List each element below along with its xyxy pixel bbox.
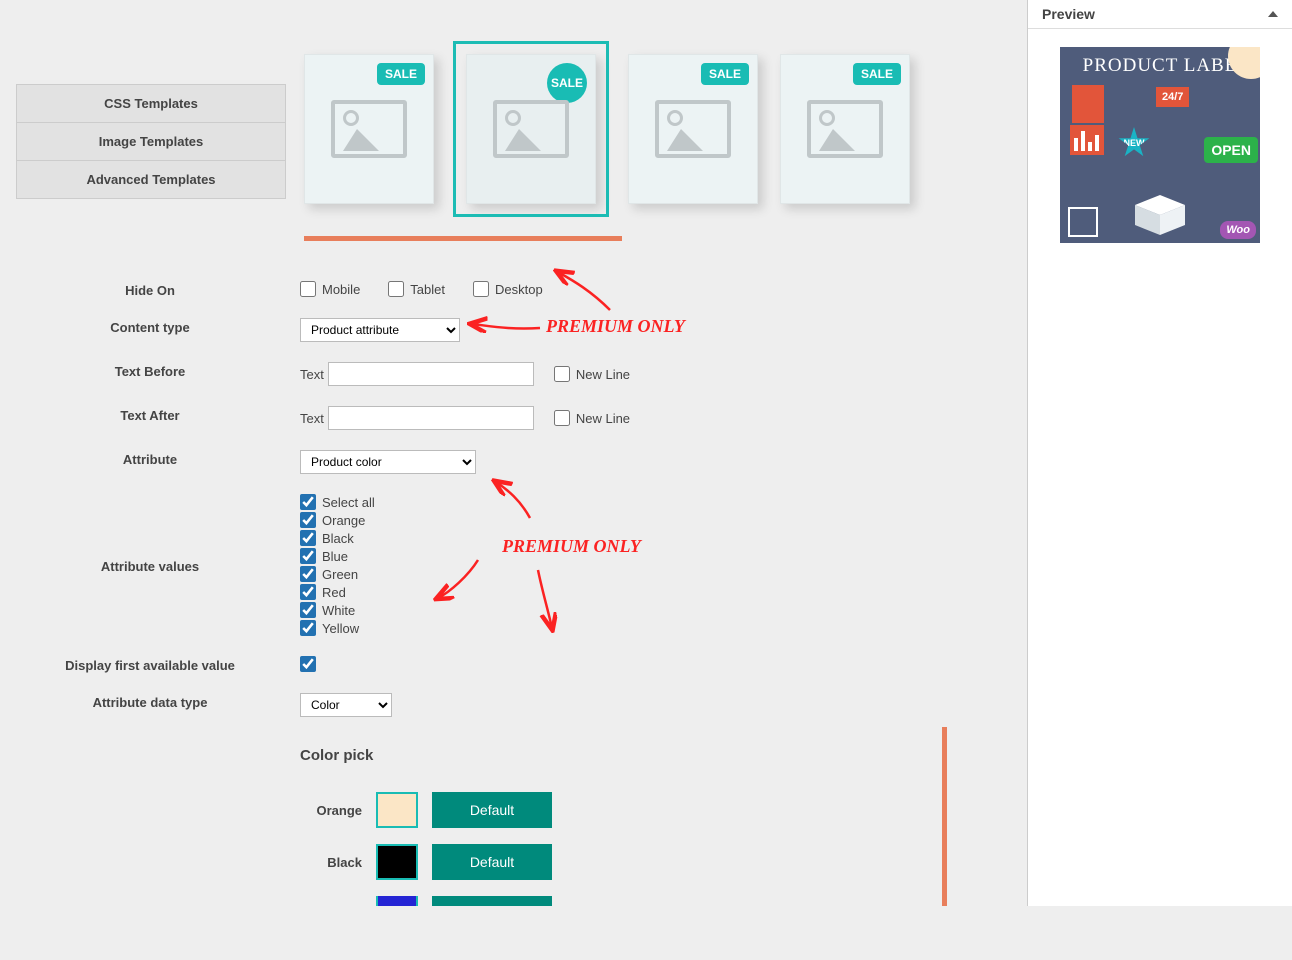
text-before-prefix: Text: [300, 367, 324, 382]
image-placeholder-icon: [493, 100, 569, 158]
color-swatch[interactable]: [376, 792, 418, 828]
attr-black-checkbox[interactable]: [300, 530, 316, 546]
default-button[interactable]: Default: [432, 792, 552, 828]
attr-value-label: Red: [322, 585, 346, 600]
attr-red-checkbox[interactable]: [300, 584, 316, 600]
label-attribute: Attribute: [0, 450, 300, 467]
preview-image: PRODUCT LABE 24/7 NEW OPEN Woo: [1060, 47, 1260, 243]
text-after-prefix: Text: [300, 411, 324, 426]
color-pick-title: Color pick: [300, 747, 902, 764]
tab-advanced-templates[interactable]: Advanced Templates: [16, 160, 286, 199]
tag-icon: [1072, 85, 1104, 123]
hide-on-tablet-checkbox[interactable]: [388, 281, 404, 297]
color-swatch[interactable]: [376, 844, 418, 880]
default-button[interactable]: Default: [432, 844, 552, 880]
badge-247: 24/7: [1156, 87, 1189, 107]
display-first-checkbox[interactable]: [300, 656, 316, 672]
template-card[interactable]: SALE: [628, 54, 758, 204]
attr-value-label: Green: [322, 567, 358, 582]
collapse-icon[interactable]: [1268, 11, 1278, 17]
preview-panel: Preview PRODUCT LABE 24/7 NEW OPEN Woo: [1027, 0, 1292, 906]
attr-green-checkbox[interactable]: [300, 566, 316, 582]
hide-on-mobile-checkbox[interactable]: [300, 281, 316, 297]
label-content-type: Content type: [0, 318, 300, 335]
attr-white-checkbox[interactable]: [300, 602, 316, 618]
rocket-icon: [1068, 207, 1098, 237]
woo-badge: Woo: [1220, 221, 1256, 239]
hide-on-mobile-label: Mobile: [322, 282, 360, 297]
template-cards: SALE SALE SALE SALE: [304, 0, 987, 204]
tab-image-templates[interactable]: Image Templates: [16, 122, 286, 161]
color-label-orange: Orange: [300, 803, 376, 818]
template-tabs: CSS Templates Image Templates Advanced T…: [16, 84, 286, 199]
attr-value-label: Orange: [322, 513, 365, 528]
preview-title: Preview: [1042, 6, 1095, 22]
attribute-select[interactable]: Product color: [300, 450, 476, 474]
accent-bar: [304, 236, 622, 241]
select-all-label: Select all: [322, 495, 375, 510]
color-pick-section: Color pick Orange Default Black Default: [300, 727, 947, 906]
label-hide-on: Hide On: [0, 281, 300, 298]
label-attr-data-type: Attribute data type: [0, 693, 300, 710]
content-type-select[interactable]: Product attribute: [300, 318, 460, 342]
text-before-input[interactable]: [328, 362, 534, 386]
attr-yellow-checkbox[interactable]: [300, 620, 316, 636]
attr-value-label: Black: [322, 531, 354, 546]
text-after-input[interactable]: [328, 406, 534, 430]
hide-on-desktop-checkbox[interactable]: [473, 281, 489, 297]
newline-label: New Line: [576, 367, 630, 382]
template-card-selected[interactable]: SALE: [466, 54, 596, 204]
color-label-black: Black: [300, 855, 376, 870]
label-text-before: Text Before: [0, 362, 300, 379]
open-badge: OPEN: [1204, 137, 1258, 163]
attr-data-type-select[interactable]: Color: [300, 693, 392, 717]
image-placeholder-icon: [331, 100, 407, 158]
label-attribute-values: Attribute values: [0, 557, 300, 574]
attr-value-label: Yellow: [322, 621, 359, 636]
sale-badge: SALE: [547, 63, 587, 103]
hide-on-desktop-label: Desktop: [495, 282, 543, 297]
image-placeholder-icon: [807, 100, 883, 158]
sale-badge: SALE: [377, 63, 425, 85]
new-star-icon: NEW: [1118, 127, 1150, 159]
color-swatch[interactable]: [376, 896, 418, 906]
sale-badge: SALE: [853, 63, 901, 85]
hide-on-tablet-label: Tablet: [410, 282, 445, 297]
text-after-newline-checkbox[interactable]: [554, 410, 570, 426]
default-button[interactable]: [432, 896, 552, 906]
select-all-checkbox[interactable]: [300, 494, 316, 510]
image-placeholder-icon: [655, 100, 731, 158]
attr-value-label: White: [322, 603, 355, 618]
tab-css-templates[interactable]: CSS Templates: [16, 84, 286, 123]
attr-orange-checkbox[interactable]: [300, 512, 316, 528]
chart-icon: [1070, 125, 1104, 155]
label-text-after: Text After: [0, 406, 300, 423]
template-card[interactable]: SALE: [304, 54, 434, 204]
template-card[interactable]: SALE: [780, 54, 910, 204]
label-display-first: Display first available value: [0, 656, 300, 673]
text-before-newline-checkbox[interactable]: [554, 366, 570, 382]
newline-label: New Line: [576, 411, 630, 426]
box-icon: [1125, 185, 1195, 235]
sale-badge: SALE: [701, 63, 749, 85]
attr-value-label: Blue: [322, 549, 348, 564]
attr-blue-checkbox[interactable]: [300, 548, 316, 564]
